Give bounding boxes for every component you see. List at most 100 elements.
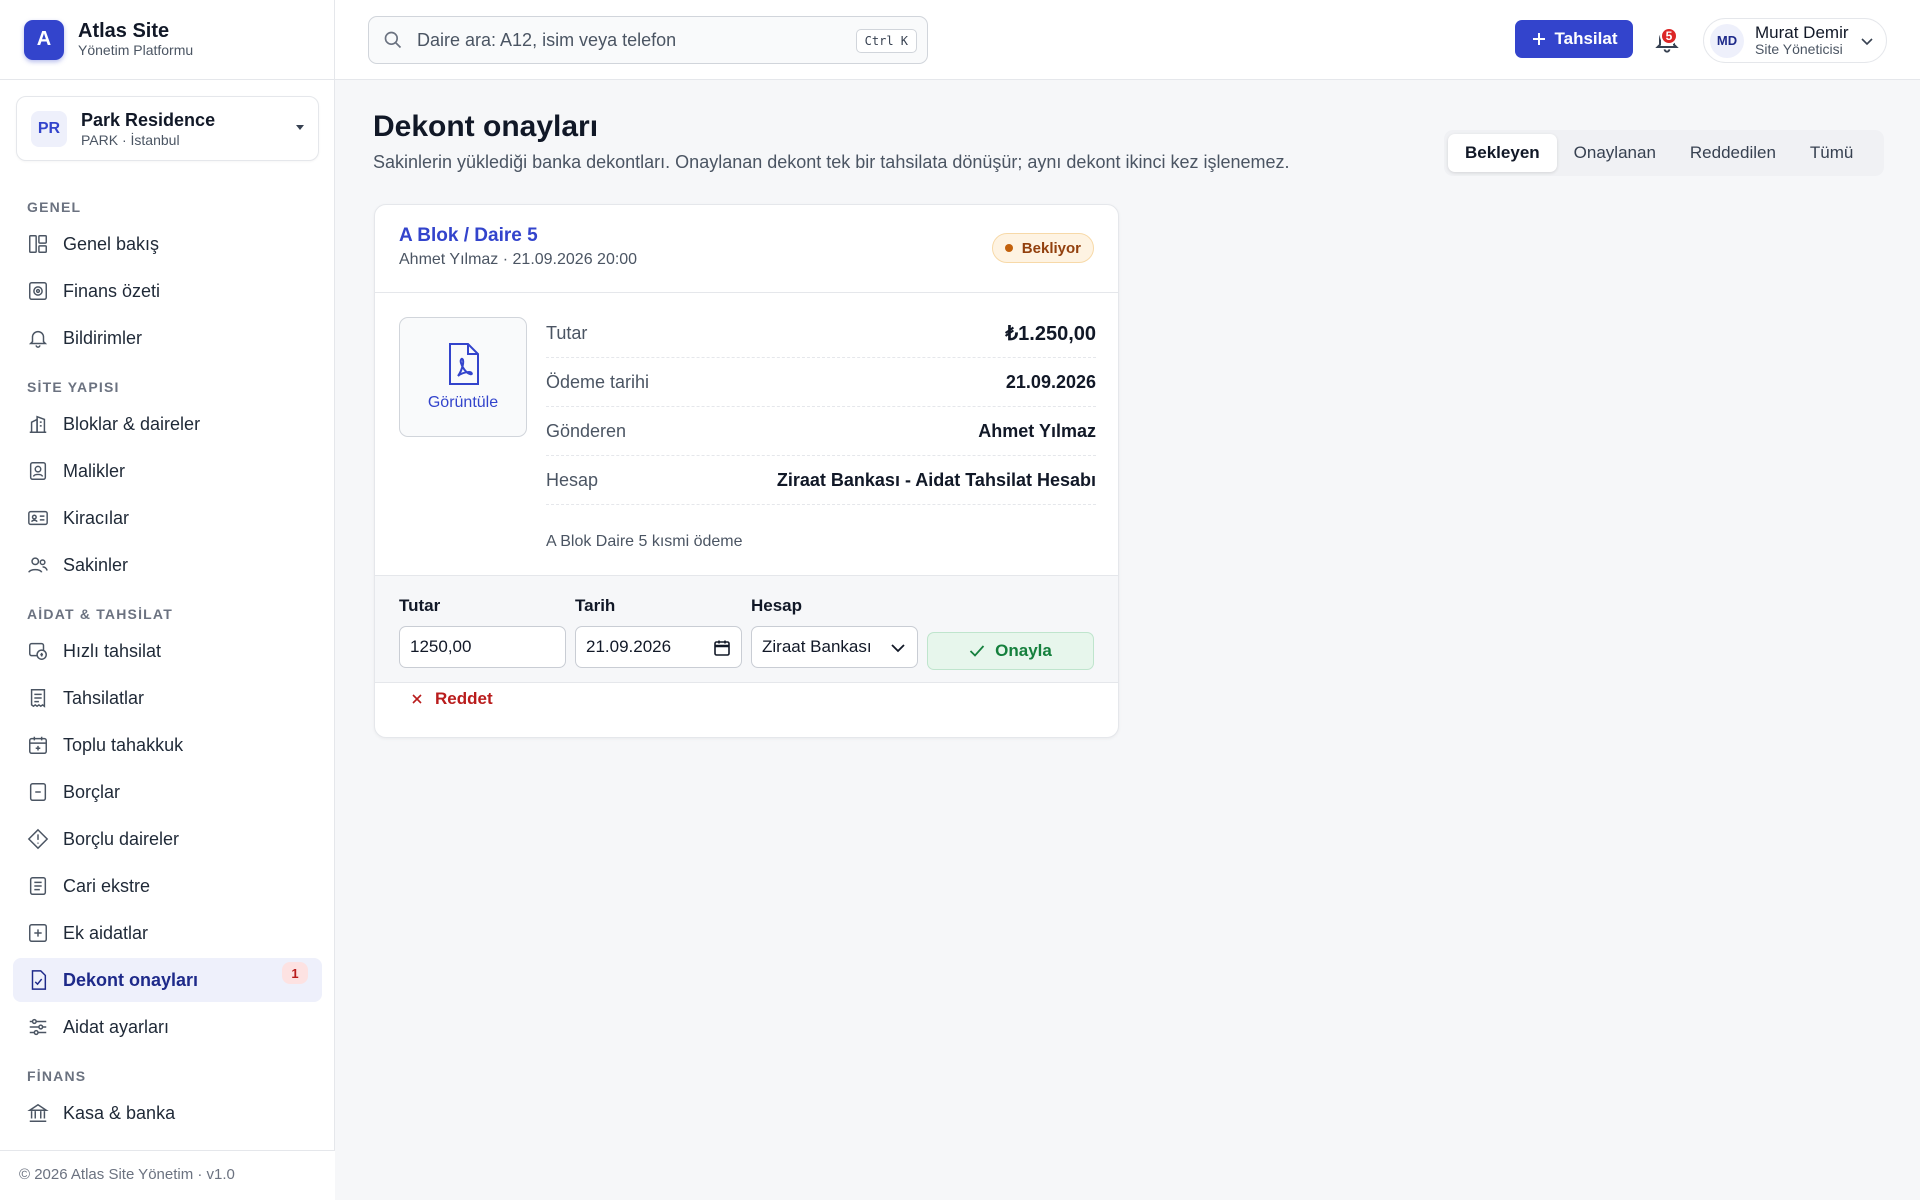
- receipt-preview-button[interactable]: Görüntüle: [399, 317, 527, 437]
- detail-row: Gönderen Ahmet Yılmaz: [546, 407, 1096, 456]
- sidebar-item-label: Malikler: [63, 460, 126, 481]
- sidebar-item-aidat-ayarlari[interactable]: Aidat ayarları: [13, 1005, 322, 1049]
- sidebar-item-label: Genel bakış: [63, 233, 160, 254]
- approval-form: Tutar 1250,00 Tarih 21.09.2026 Hesap Zir…: [375, 575, 1118, 683]
- sidebar-item-tahsilatlar[interactable]: Tahsilatlar: [13, 676, 322, 720]
- amount-field: Tutar 1250,00: [399, 596, 566, 668]
- statement-icon: [29, 877, 47, 895]
- amount-input[interactable]: 1250,00: [399, 626, 566, 668]
- status-label: Bekliyor: [1021, 239, 1081, 257]
- new-payment-button[interactable]: Tahsilat: [1515, 20, 1633, 58]
- chevron-down-icon: [1861, 38, 1873, 46]
- sidebar-footer: © 2026 Atlas Site Yönetim · v1.0: [0, 1150, 335, 1200]
- bank-icon: [27, 1103, 49, 1122]
- detail-label: Ödeme tarihi: [546, 371, 650, 392]
- tab-bekleyen[interactable]: Bekleyen: [1448, 134, 1557, 172]
- sidebar-item-kasa-banka[interactable]: Kasa & banka: [13, 1091, 322, 1135]
- id-card-icon: [28, 510, 48, 526]
- file-check-icon: [31, 970, 47, 990]
- brand[interactable]: A Atlas Site Yönetim Platformu: [0, 0, 334, 80]
- nav-section-title: AİDAT & TAHSİLAT: [27, 606, 173, 622]
- sidebar-item-kiracilar[interactable]: Kiracılar: [13, 496, 322, 540]
- tab-tumu[interactable]: Tümü: [1793, 134, 1870, 172]
- tab-onaylanan[interactable]: Onaylanan: [1557, 134, 1673, 172]
- approve-button[interactable]: Onayla: [927, 632, 1094, 670]
- user-menu[interactable]: MD Murat Demir Site Yöneticisi: [1703, 18, 1887, 63]
- sidebar-item-ek-aidatlar[interactable]: Ek aidatlar: [13, 911, 322, 955]
- sidebar-nav: GENEL Genel bakış Finans özeti Bildiriml…: [0, 180, 335, 1150]
- owner-icon: [29, 462, 47, 480]
- chevron-down-icon: [891, 644, 905, 653]
- tab-reddedilen[interactable]: Reddedilen: [1673, 134, 1793, 172]
- receipt-card-header: A Blok / Daire 5 Ahmet Yılmaz · 21.09.20…: [375, 205, 1118, 293]
- nav-count-badge: 1: [282, 962, 308, 984]
- detail-label: Gönderen: [546, 420, 627, 441]
- account-select[interactable]: Ziraat Bankası: [751, 626, 918, 668]
- sidebar-item-label: Borçlar: [63, 781, 121, 802]
- sidebar-item-label: Ek aidatlar: [63, 922, 149, 943]
- site-switcher[interactable]: PR Park Residence PARK · İstanbul: [16, 96, 319, 161]
- receipt-card-body: Görüntüle Tutar ₺1.250,00 Ödeme tarihi 2…: [375, 293, 1118, 575]
- receipt-details: Tutar ₺1.250,00 Ödeme tarihi 21.09.2026 …: [546, 309, 1096, 505]
- new-payment-label: Tahsilat: [1554, 29, 1618, 48]
- sidebar-item-hizli-tahsilat[interactable]: Hızlı tahsilat: [13, 629, 322, 673]
- warning-diamond-icon: [27, 828, 49, 850]
- receipt-meta: Ahmet Yılmaz · 21.09.2026 20:00: [399, 251, 638, 268]
- sidebar-item-label: Tahsilatlar: [63, 687, 145, 708]
- sidebar-item-label: Hızlı tahsilat: [63, 640, 162, 661]
- detail-value: Ziraat Bankası - Aidat Tahsilat Hesabı: [776, 469, 1096, 490]
- sidebar-item-genel-bakis[interactable]: Genel bakış: [13, 222, 322, 266]
- sidebar-item-label: Toplu tahakkuk: [63, 734, 184, 755]
- sidebar-item-dekont-onaylari[interactable]: Dekont onayları 1: [13, 958, 322, 1002]
- sidebar-item-borclu-daireler[interactable]: Borçlu daireler: [13, 817, 322, 861]
- search-input[interactable]: [417, 29, 837, 51]
- account-label: Hesap: [751, 596, 803, 615]
- quick-payment-icon: [29, 642, 47, 660]
- detail-label: Hesap: [546, 469, 599, 490]
- brand-name: Atlas Site: [78, 20, 170, 42]
- status-tabs: Bekleyen Onaylanan Reddedilen Tümü: [1444, 130, 1884, 176]
- amount-label: Tutar: [399, 596, 441, 615]
- sidebar-item-bildirimler[interactable]: Bildirimler: [13, 316, 322, 360]
- sidebar-item-finans-ozeti[interactable]: Finans özeti: [13, 269, 322, 313]
- topbar: Ctrl K Tahsilat 5 MD Murat Demir Site Yö…: [335, 0, 1920, 80]
- brand-logo: A: [24, 19, 64, 60]
- sidebar-item-label: Cari ekstre: [63, 875, 151, 896]
- sidebar-item-label: Bloklar & daireler: [63, 413, 201, 434]
- site-avatar: PR: [31, 110, 67, 147]
- unit-link[interactable]: A Blok / Daire 5: [399, 225, 538, 247]
- receipt-note: A Blok Daire 5 kısmi ödeme: [546, 533, 743, 550]
- sidebar-item-toplu-tahakkuk[interactable]: Toplu tahakkuk: [13, 723, 322, 767]
- detail-row: Hesap Ziraat Bankası - Aidat Tahsilat He…: [546, 456, 1096, 505]
- notification-count-badge: 5: [1660, 27, 1678, 45]
- caret-down-icon: [296, 125, 304, 130]
- page-title: Dekont onayları: [373, 110, 599, 143]
- debt-icon: [29, 783, 47, 801]
- sidebar-item-malikler[interactable]: Malikler: [13, 449, 322, 493]
- sidebar-item-label: Finans özeti: [63, 280, 161, 301]
- dashboard-icon: [29, 235, 47, 253]
- sidebar-item-label: Dekont onayları: [63, 969, 199, 990]
- reject-label: Reddet: [435, 689, 493, 708]
- bell-icon: [28, 330, 48, 348]
- approve-label: Onayla: [995, 641, 1052, 660]
- search-box[interactable]: Ctrl K: [368, 16, 928, 64]
- calendar-icon[interactable]: [713, 639, 731, 657]
- site-subtitle: PARK · İstanbul: [81, 131, 180, 148]
- finance-summary-icon: [29, 282, 47, 300]
- sidebar-item-bloklar[interactable]: Bloklar & daireler: [13, 402, 322, 446]
- detail-row: Tutar ₺1.250,00: [546, 309, 1096, 358]
- sidebar-item-sakinler[interactable]: Sakinler: [13, 543, 322, 587]
- sidebar-item-label: Borçlu daireler: [63, 828, 180, 849]
- date-input[interactable]: 21.09.2026: [575, 626, 742, 668]
- detail-label: Tutar: [546, 322, 588, 343]
- sidebar-item-label: Sakinler: [63, 554, 129, 575]
- users-icon: [28, 557, 48, 573]
- reject-button[interactable]: Reddet: [411, 689, 493, 709]
- sidebar-item-cari-ekstre[interactable]: Cari ekstre: [13, 864, 322, 908]
- sidebar-item-borclar[interactable]: Borçlar: [13, 770, 322, 814]
- date-label: Tarih: [575, 596, 616, 615]
- sidebar-item-label: Kasa & banka: [63, 1102, 176, 1123]
- search-icon: [384, 31, 402, 49]
- detail-value: 21.09.2026: [1005, 371, 1096, 392]
